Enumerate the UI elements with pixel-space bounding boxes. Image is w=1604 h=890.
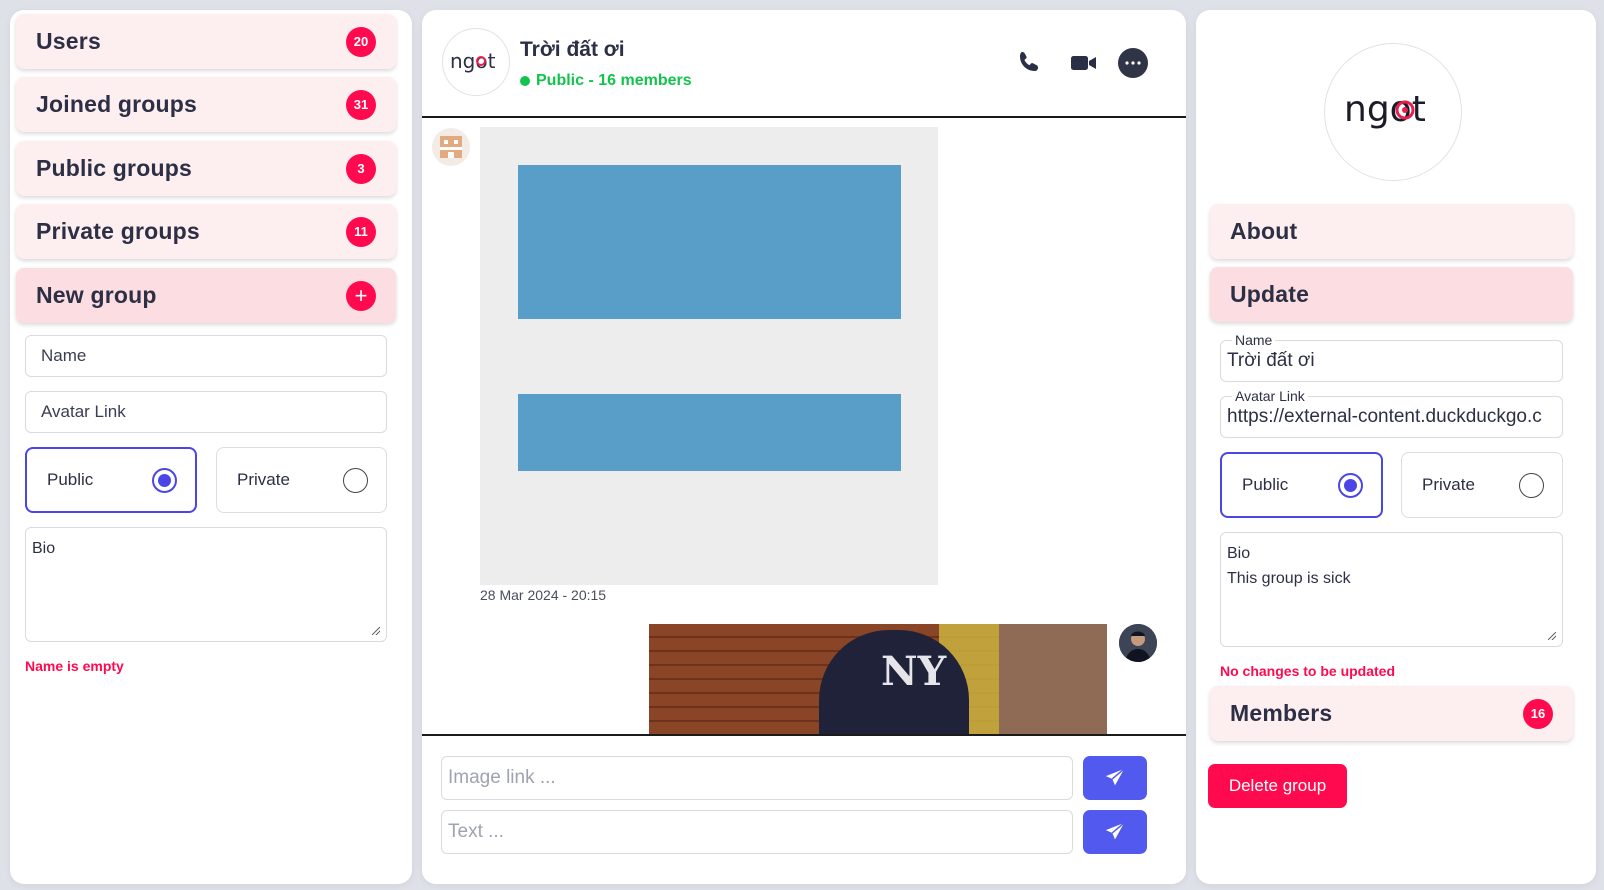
image-block — [518, 394, 901, 471]
name-placeholder: Name — [41, 346, 87, 365]
group-avatar[interactable]: ngot — [442, 28, 510, 96]
public-radio[interactable] — [1338, 472, 1363, 498]
new-group-bio-textarea[interactable]: Bio — [25, 527, 387, 642]
avatar-label: Avatar Link — [1232, 388, 1308, 404]
image-link-placeholder: Image link ... — [448, 767, 556, 788]
self-avatar[interactable] — [1119, 624, 1157, 662]
video-icon[interactable] — [1070, 54, 1098, 72]
send-text-button[interactable] — [1083, 810, 1147, 854]
name-value: Trời đất ơi — [1227, 350, 1315, 371]
menu-users[interactable]: Users 20 — [16, 14, 396, 69]
send-image-button[interactable] — [1083, 756, 1147, 800]
section-label: About — [1230, 218, 1298, 244]
plus-icon[interactable]: + — [346, 280, 376, 311]
chat-title: Trời đất ơi — [520, 38, 625, 61]
update-bio-textarea[interactable]: Bio This group is sick — [1220, 532, 1563, 647]
menu-new-group[interactable]: New group + — [16, 268, 396, 323]
chat-panel: ngot Trời đất ơi Public - 16 members 28 … — [422, 10, 1186, 884]
sender-avatar[interactable] — [432, 128, 470, 166]
logo-icon: ngot — [1344, 89, 1426, 130]
public-radio[interactable] — [152, 467, 177, 493]
send-icon — [1105, 822, 1125, 840]
resize-handle-icon[interactable] — [1548, 632, 1556, 640]
chat-status: Public - 16 members — [520, 72, 692, 90]
chat-header: ngot Trời đất ơi Public - 16 members — [422, 10, 1186, 118]
menu-joined-groups[interactable]: Joined groups 31 — [16, 77, 396, 132]
bio-label: Bio — [1227, 545, 1251, 562]
avatar-placeholder: Avatar Link — [41, 402, 126, 421]
update-error: No changes to be updated — [1220, 663, 1396, 679]
group-details-panel: ngot About Update Trời đất ơi Name https… — [1196, 10, 1596, 884]
private-option[interactable]: Private — [216, 447, 387, 513]
public-label: Public — [47, 470, 94, 489]
phone-icon[interactable] — [1017, 50, 1041, 74]
public-label: Public — [1242, 475, 1289, 494]
message-timestamp: 28 Mar 2024 - 20:15 — [480, 587, 607, 603]
cap-logo: NY — [881, 648, 947, 695]
menu-label: Private groups — [36, 218, 200, 244]
menu-label: Public groups — [36, 155, 192, 181]
message-image[interactable]: NY — [649, 624, 1107, 734]
logo-icon: ngot — [450, 49, 496, 73]
private-radio[interactable] — [1519, 472, 1544, 498]
section-label: Update — [1230, 281, 1310, 307]
message-image[interactable] — [480, 127, 938, 585]
section-about[interactable]: About — [1210, 204, 1573, 259]
send-icon — [1105, 768, 1125, 786]
public-option[interactable]: Public — [1220, 452, 1383, 518]
new-group-avatar-input[interactable]: Avatar Link — [25, 391, 387, 433]
delete-group-button[interactable]: Delete group — [1208, 764, 1347, 808]
more-icon[interactable] — [1118, 48, 1148, 78]
logo-text: ngot — [450, 49, 496, 73]
user-photo-icon — [1119, 624, 1157, 662]
avatar-value: https://external-content.duckduckgo.c — [1227, 406, 1542, 427]
name-label: Name — [1232, 332, 1276, 348]
section-label: Members — [1230, 700, 1333, 726]
menu-public-groups[interactable]: Public groups 3 — [16, 141, 396, 196]
members-count-badge: 16 — [1523, 698, 1553, 729]
online-dot-icon — [520, 76, 530, 86]
composer: Image link ... Text ... — [422, 734, 1186, 884]
new-group-error: Name is empty — [25, 658, 124, 674]
private-option[interactable]: Private — [1401, 452, 1563, 518]
image-link-input[interactable]: Image link ... — [441, 756, 1073, 800]
new-group-name-input[interactable]: Name — [25, 335, 387, 377]
menu-label: New group — [36, 282, 157, 308]
menu-label: Joined groups — [36, 91, 198, 117]
bio-placeholder: Bio — [32, 540, 56, 557]
message-list[interactable]: 28 Mar 2024 - 20:15 NY — [422, 120, 1186, 734]
section-members[interactable]: Members 16 — [1210, 686, 1573, 741]
section-update[interactable]: Update — [1210, 267, 1573, 322]
private-radio[interactable] — [343, 467, 368, 493]
public-option[interactable]: Public — [25, 447, 197, 513]
bio-value: This group is sick — [1227, 570, 1351, 587]
private-label: Private — [1422, 475, 1475, 494]
menu-label: Users — [36, 28, 101, 54]
text-placeholder: Text ... — [448, 821, 504, 842]
private-label: Private — [237, 470, 290, 489]
group-logo[interactable]: ngot — [1324, 43, 1462, 181]
menu-private-groups[interactable]: Private groups 11 — [16, 204, 396, 259]
resize-handle-icon[interactable] — [372, 627, 380, 635]
count-badge: 31 — [346, 89, 376, 120]
count-badge: 3 — [346, 153, 376, 184]
identicon-icon — [440, 136, 462, 158]
count-badge: 11 — [346, 216, 376, 247]
left-panel: Users 20 Joined groups 31 Public groups … — [10, 10, 412, 884]
count-badge: 20 — [346, 26, 376, 57]
text-input[interactable]: Text ... — [441, 810, 1073, 854]
status-text: Public - 16 members — [536, 72, 692, 89]
image-block — [518, 165, 901, 319]
